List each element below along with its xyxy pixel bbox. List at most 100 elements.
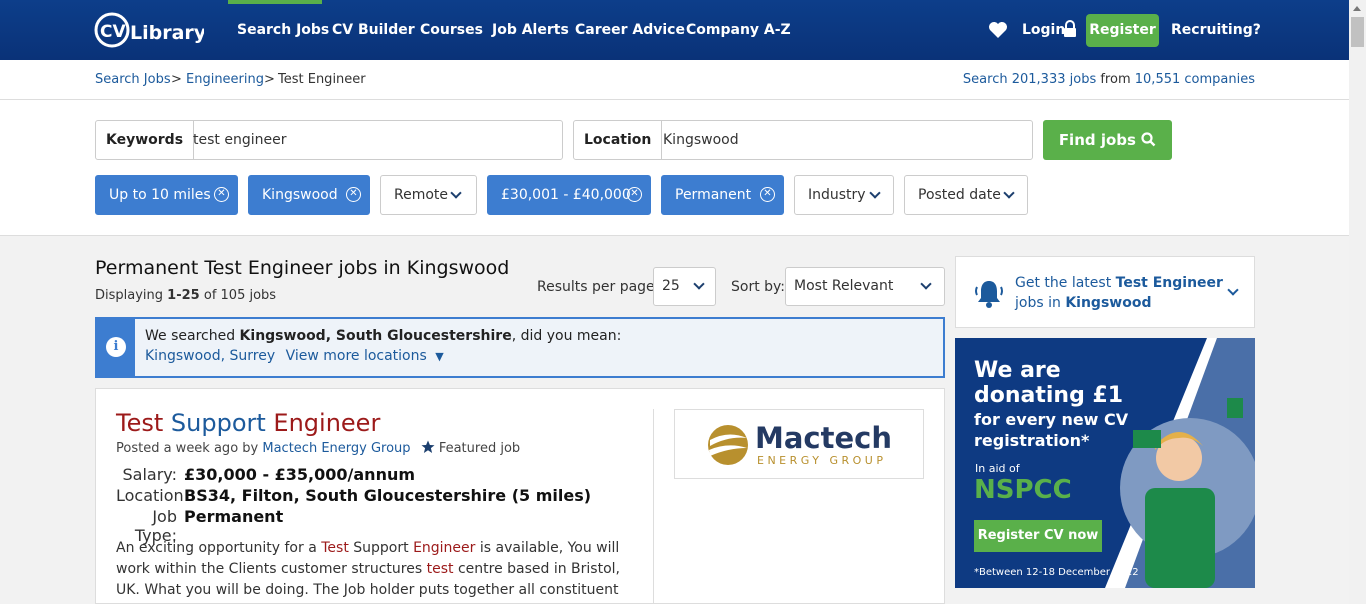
- alert-location: Kingswood: [1065, 295, 1152, 311]
- filter-posted-date-label: Posted date: [918, 187, 1001, 203]
- nav-job-alerts[interactable]: Job Alerts: [492, 0, 569, 60]
- ad-headline: We are donating £1: [974, 358, 1123, 408]
- site-stats: Search 201,333 jobs from 10,551 companie…: [963, 72, 1255, 87]
- job-title-link[interactable]: Test Support Engineer: [116, 409, 380, 437]
- filter-posted-date-dropdown[interactable]: Posted date: [904, 175, 1028, 215]
- per-page-select[interactable]: 25: [653, 267, 716, 306]
- card-divider: [653, 409, 654, 604]
- chevron-down-icon: [869, 187, 881, 199]
- ad-headline-line: We are: [974, 358, 1061, 383]
- ad-subheadline: for every new CV registration*: [974, 409, 1128, 451]
- desc-highlight: Test: [321, 540, 349, 556]
- logo-sub: ENERGY GROUP: [757, 454, 886, 467]
- view-more-locations-link[interactable]: View more locations: [286, 348, 427, 364]
- register-button[interactable]: Register: [1086, 14, 1159, 47]
- breadcrumb: Search Jobs > Engineering > Test Enginee…: [0, 60, 1349, 100]
- scroll-up-arrow-icon[interactable]: [1353, 6, 1361, 11]
- filter-distance-chip[interactable]: Up to 10 miles ✕: [95, 175, 238, 215]
- filter-industry-dropdown[interactable]: Industry: [794, 175, 894, 215]
- keywords-field[interactable]: Keywords test engineer: [95, 120, 563, 160]
- ad-footnote: *Between 12-18 December 2022: [974, 567, 1139, 578]
- close-icon[interactable]: ✕: [627, 187, 642, 202]
- breadcrumb-current: Test Engineer: [278, 72, 366, 87]
- search-panel: Keywords test engineer Location Kingswoo…: [0, 100, 1349, 236]
- scrollbar-thumb[interactable]: [1351, 17, 1364, 47]
- alert-keyword: Test Engineer: [1115, 275, 1223, 291]
- chevron-down-icon[interactable]: [1227, 284, 1239, 296]
- close-icon[interactable]: ✕: [346, 187, 361, 202]
- nav-search-jobs[interactable]: Search Jobs: [237, 0, 329, 60]
- job-alert-widget[interactable]: Get the latest Test Engineer jobs in Kin…: [955, 256, 1255, 328]
- location-value: BS34, Filton, South Gloucestershire (5 m…: [184, 486, 592, 505]
- dym-suggestion-link[interactable]: Kingswood, Surrey: [145, 348, 275, 364]
- results-count-suffix: of 105 jobs: [203, 288, 277, 303]
- nav-cv-builder[interactable]: CV Builder: [332, 0, 415, 60]
- desc-highlight: Engineer: [413, 540, 476, 556]
- find-jobs-button[interactable]: Find jobs: [1043, 120, 1172, 160]
- nav-company-a-z[interactable]: Company A-Z: [686, 0, 791, 60]
- nav-career-advice[interactable]: Career Advice: [575, 0, 685, 60]
- breadcrumb-separator: >: [264, 72, 275, 87]
- recruiting-link[interactable]: Recruiting?: [1171, 0, 1261, 60]
- ad-subheadline-line: for every new CV: [974, 410, 1129, 429]
- dym-suffix: , did you mean:: [511, 328, 622, 344]
- mactech-logo: Mactech ENERGY GROUP: [708, 421, 892, 467]
- chevron-down-icon: [1003, 187, 1015, 199]
- sort-select[interactable]: Most Relevant: [785, 267, 945, 306]
- job-description: An exciting opportunity for a Test Suppo…: [116, 538, 636, 604]
- stats-jobs-count: 201,333 jobs: [1011, 72, 1097, 87]
- did-you-mean-links: Kingswood, Surrey View more locations ▼: [145, 348, 444, 364]
- filter-salary-chip[interactable]: £30,001 - £40,000 ✕: [487, 175, 651, 215]
- svg-text:Library: Library: [130, 22, 204, 44]
- location-field[interactable]: Location Kingswood: [573, 120, 1033, 160]
- job-type-value: Permanent: [184, 507, 284, 526]
- location-label: Location: [574, 121, 663, 159]
- close-icon[interactable]: ✕: [214, 187, 229, 202]
- per-page-label: Results per page:: [537, 279, 660, 295]
- breadcrumb-search-jobs[interactable]: Search Jobs: [95, 72, 171, 87]
- results-count-prefix: Displaying: [95, 288, 164, 303]
- keywords-input[interactable]: test engineer: [193, 121, 286, 159]
- nspcc-logo: NSPCC: [974, 475, 1072, 505]
- results-count: Displaying 1-25 of 105 jobs: [95, 288, 276, 303]
- salary-label: Salary:: [122, 465, 177, 484]
- stats-middle: from: [1100, 72, 1131, 87]
- cv-library-logo[interactable]: CV Library: [92, 10, 204, 50]
- desc-text: An exciting opportunity for a: [116, 540, 317, 556]
- company-logo[interactable]: Mactech ENERGY GROUP: [674, 409, 924, 479]
- posted-prefix: Posted a week ago by: [116, 441, 259, 456]
- bell-icon: [975, 281, 1003, 308]
- job-posted-info: Posted a week ago by Mactech Energy Grou…: [116, 440, 520, 456]
- chevron-down-icon: [450, 187, 462, 199]
- location-input[interactable]: Kingswood: [663, 121, 739, 159]
- nav-courses[interactable]: Courses: [420, 0, 483, 60]
- chevron-down-icon: [693, 278, 705, 290]
- top-navigation: CV Library Search Jobs CV Builder Course…: [0, 0, 1349, 60]
- results-count-range: 1-25: [167, 288, 200, 303]
- ad-in-aid-of: In aid of: [975, 462, 1020, 475]
- info-icon: i: [106, 337, 126, 357]
- login-link[interactable]: Login: [1022, 0, 1065, 60]
- svg-text:CV: CV: [100, 22, 126, 42]
- breadcrumb-engineering[interactable]: Engineering: [186, 72, 264, 87]
- per-page-value: 25: [662, 278, 680, 294]
- chevron-down-icon: [920, 278, 932, 290]
- register-cv-button[interactable]: Register CV now: [974, 520, 1102, 552]
- desc-text: Support: [353, 540, 409, 556]
- did-you-mean-text: We searched Kingswood, South Gloucesters…: [145, 328, 621, 344]
- page-scrollbar[interactable]: [1349, 0, 1366, 604]
- triangle-down-icon[interactable]: ▼: [435, 350, 443, 363]
- job-title-word: Test: [116, 409, 164, 437]
- nspcc-advert[interactable]: We are donating £1 for every new CV regi…: [955, 338, 1255, 588]
- close-icon[interactable]: ✕: [760, 187, 775, 202]
- job-title-word: Support: [170, 409, 266, 437]
- heart-icon[interactable]: [988, 20, 1008, 40]
- filter-remote-label: Remote: [394, 187, 449, 203]
- alert-middle: jobs in: [1015, 295, 1061, 311]
- company-link[interactable]: Mactech Energy Group: [262, 441, 410, 456]
- filter-location-chip[interactable]: Kingswood ✕: [248, 175, 370, 215]
- results-title: Permanent Test Engineer jobs in Kingswoo…: [95, 257, 510, 279]
- filter-industry-label: Industry: [808, 187, 866, 203]
- filter-remote-dropdown[interactable]: Remote: [380, 175, 477, 215]
- filter-jobtype-chip[interactable]: Permanent ✕: [661, 175, 784, 215]
